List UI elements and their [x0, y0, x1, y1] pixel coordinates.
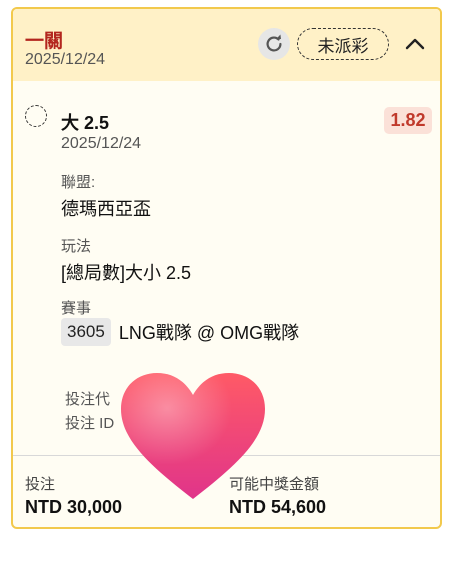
league-value: 德瑪西亞盃	[61, 199, 151, 219]
settlement-status-badge: 未派彩	[297, 28, 389, 60]
selection-title: 大 2.5	[61, 113, 110, 133]
league-label: 聯盟:	[61, 174, 96, 191]
stake-label: 投注	[25, 476, 56, 493]
bet-id-label: 投注 ID	[65, 415, 115, 432]
refresh-icon	[266, 34, 282, 52]
bet-card-header: 一關 2025/12/24 未派彩	[13, 9, 440, 81]
collapse-button[interactable]	[401, 30, 429, 58]
bet-date: 2025/12/24	[25, 51, 106, 68]
heart-icon	[121, 373, 265, 499]
event-label: 賽事	[61, 300, 92, 317]
odds-badge: 1.82	[384, 107, 432, 134]
refresh-button[interactable]	[258, 28, 290, 60]
chevron-up-icon	[405, 38, 425, 50]
select-radio[interactable]	[25, 105, 47, 127]
stake-value: NTD 30,000	[25, 497, 123, 517]
match-id-badge: 3605	[61, 318, 111, 346]
selection-date: 2025/12/24	[61, 135, 142, 152]
match-name: LNG戰隊 @ OMG戰隊	[118, 323, 300, 343]
market-label: 玩法	[61, 238, 92, 255]
bet-card: 一關 2025/12/24 未派彩 大 2.5 1.82 2025/12/24 …	[11, 7, 442, 529]
match-row: 3605 LNG戰隊 @ OMG戰隊	[61, 318, 299, 346]
bet-code-label: 投注代	[65, 391, 111, 408]
market-value: [總局數]大小 2.5	[61, 263, 192, 283]
bet-type-title: 一關	[25, 31, 64, 52]
